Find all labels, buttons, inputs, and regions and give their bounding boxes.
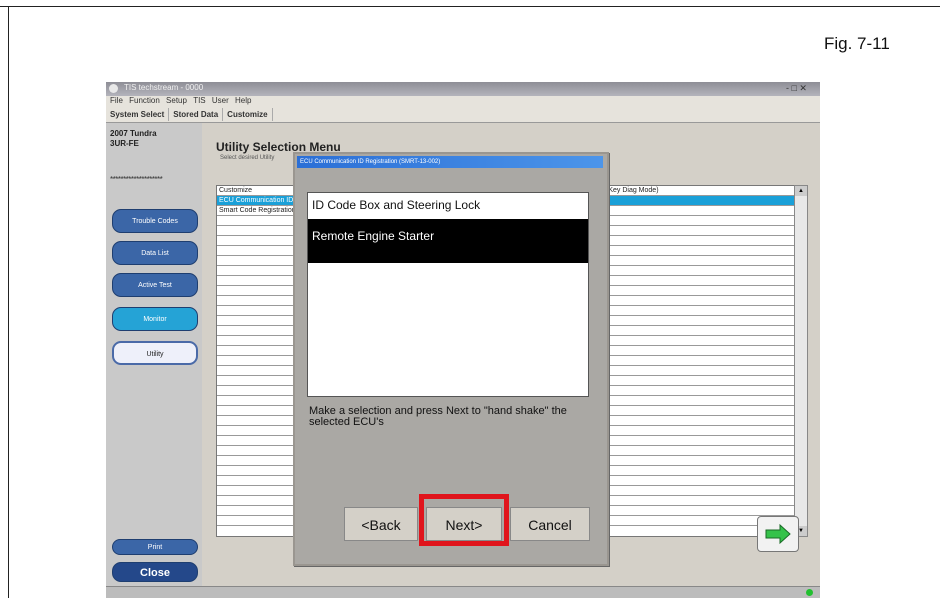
dialog-title: ECU Communication ID Registration (SMRT-… (297, 156, 603, 168)
trouble-codes-button[interactable]: Trouble Codes (112, 209, 198, 233)
window-controls[interactable]: - □ ✕ (786, 83, 807, 94)
menu-user[interactable]: User (212, 96, 229, 105)
next-arrow-button[interactable] (757, 516, 799, 552)
data-list-button[interactable]: Data List (112, 241, 198, 265)
arrow-right-icon (765, 523, 791, 545)
tab-bar: System Select Stored Data Customize (106, 108, 820, 123)
figure-label: Fig. 7-11 (824, 34, 890, 53)
utility-item-label: Customize (219, 187, 253, 194)
cancel-button[interactable]: Cancel (510, 507, 590, 541)
window-titlebar: TIS techstream - 0000 - □ ✕ (106, 82, 820, 96)
app-window: TIS techstream - 0000 - □ ✕ File Functio… (106, 82, 820, 598)
scroll-up-icon[interactable]: ▲ (795, 186, 807, 196)
print-button[interactable]: Print (112, 539, 198, 555)
next-button-highlight (419, 494, 509, 546)
dialog-ecu-list: ID Code Box and Steering Lock Remote Eng… (307, 192, 589, 397)
page-subtitle: Select desired Utility (220, 155, 275, 161)
tab-stored-data[interactable]: Stored Data (169, 108, 224, 121)
menu-setup[interactable]: Setup (166, 96, 187, 105)
menu-function[interactable]: Function (129, 96, 160, 105)
monitor-button[interactable]: Monitor (112, 307, 198, 331)
back-button[interactable]: <Back (344, 507, 418, 541)
ecu-registration-dialog: ECU Communication ID Registration (SMRT-… (293, 152, 609, 566)
menu-file[interactable]: File (110, 96, 123, 105)
tab-customize[interactable]: Customize (223, 108, 273, 121)
ecu-item-remote-engine-starter[interactable]: Remote Engine Starter (308, 219, 588, 263)
window-title: TIS techstream - 0000 (124, 83, 204, 92)
sidebar: 2007 Tundra 3UR-FE ******************** … (106, 123, 202, 598)
utility-button[interactable]: Utility (112, 341, 198, 365)
status-led-icon (806, 589, 813, 596)
ecu-item-id-code-box[interactable]: ID Code Box and Steering Lock (308, 197, 588, 221)
utility-list-scrollbar[interactable]: ▲ ▼ (794, 185, 808, 537)
menu-help[interactable]: Help (235, 96, 251, 105)
tab-system-select[interactable]: System Select (106, 108, 170, 121)
utility-item-label: Smart Code Registration (219, 207, 296, 214)
dialog-message: Make a selection and press Next to "hand… (309, 405, 567, 428)
app-icon (109, 84, 118, 93)
menu-tis[interactable]: TIS (193, 96, 205, 105)
close-button[interactable]: Close (112, 562, 198, 582)
active-test-button[interactable]: Active Test (112, 273, 198, 297)
vehicle-info: 2007 Tundra 3UR-FE (110, 129, 157, 148)
figure-frame-left (8, 6, 9, 598)
figure-frame-top (0, 6, 940, 7)
vin-mask: ******************** (110, 175, 163, 184)
status-bar (106, 586, 820, 598)
menu-bar: File Function Setup TIS User Help (106, 96, 820, 108)
